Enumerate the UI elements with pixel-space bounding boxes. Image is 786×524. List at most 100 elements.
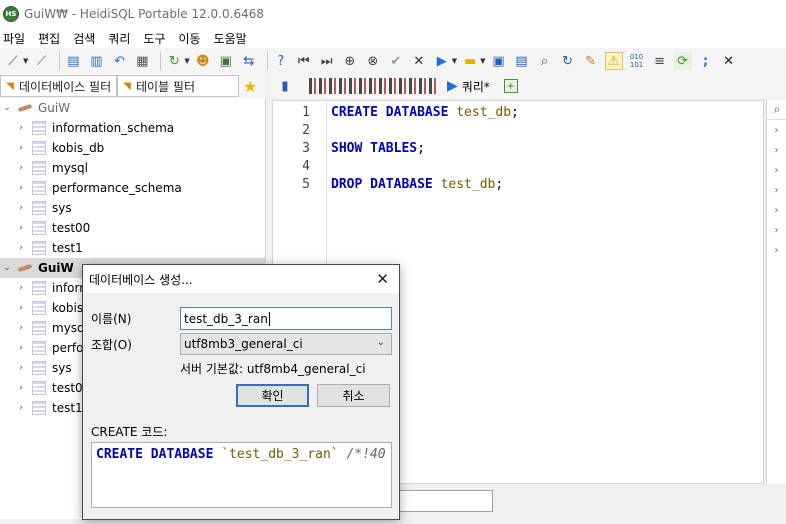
database-name-input[interactable]: test_db_3_ran — [180, 307, 392, 330]
warning-icon[interactable]: ⚠ — [604, 52, 623, 70]
cancel-button[interactable]: 취소 — [317, 384, 390, 407]
phone-icon: ▮ — [281, 78, 289, 94]
tab-obscured-host[interactable] — [309, 78, 439, 94]
copy-icon[interactable]: ▤ — [64, 52, 82, 70]
refresh-icon[interactable]: ↻ — [165, 52, 183, 70]
database-icon — [32, 321, 46, 335]
create-code-box[interactable]: CREATE DATABASE `test_db_3_ran` /*!40 — [91, 442, 392, 508]
tab-query-label: 쿼리* — [461, 79, 490, 94]
apply-icon[interactable]: ✔ — [387, 52, 405, 70]
chevron-right-icon[interactable]: › — [16, 383, 26, 393]
transfer-icon[interactable]: ⇆ — [240, 52, 258, 70]
create-code-line: CREATE DATABASE `test_db_3_ran` /*!40 — [96, 447, 386, 462]
table-filter-input[interactable]: ◥ 테이블 필터 — [117, 75, 239, 97]
dialog-title-bar: 데이터베이스 생성... ✕ — [83, 265, 399, 293]
binary-icon[interactable]: 010 101 — [628, 52, 646, 70]
menu-help[interactable]: 도움말 — [211, 30, 253, 47]
line-number: 2 — [302, 123, 310, 138]
db-name: performance_schema — [52, 181, 182, 195]
add-icon[interactable]: ⊕ — [341, 52, 359, 70]
ok-button[interactable]: 확인 — [236, 384, 309, 407]
tree-db-row[interactable]: › sys — [0, 198, 266, 218]
chevron-right-icon[interactable]: › — [16, 223, 26, 233]
chevron-down-icon[interactable]: ▼ — [480, 57, 485, 65]
tree-db-row[interactable]: › kobis_db — [0, 138, 266, 158]
chevron-down-icon[interactable]: ⌄ — [2, 263, 12, 273]
tree-session-guiw-1[interactable]: ⌄ GuiW — [0, 98, 266, 118]
tree-db-row[interactable]: › test00 — [0, 218, 266, 238]
menu-goto[interactable]: 이동 — [175, 30, 206, 47]
find-icon[interactable]: ⌕ — [536, 52, 554, 70]
open-icon[interactable]: ▬ — [461, 52, 479, 70]
tab-query[interactable]: ▶ 쿼리* — [447, 78, 490, 95]
app-logo-icon: HS — [3, 6, 19, 22]
menu-tools[interactable]: 도구 — [140, 30, 171, 47]
menu-query[interactable]: 쿼리 — [105, 30, 136, 47]
menu-search[interactable]: 검색 — [70, 30, 101, 47]
collation-select[interactable]: utf8mb3_general_ci ⌄ — [180, 333, 392, 355]
cancel-icon[interactable]: ✕ — [410, 52, 428, 70]
find-replace-icon[interactable]: ↻ — [559, 52, 577, 70]
last-icon[interactable]: ⏭ — [318, 52, 336, 70]
database-icon — [32, 141, 46, 155]
result-filter-input[interactable] — [398, 490, 493, 512]
disconnect-icon[interactable]: ⟋ — [32, 52, 50, 70]
close-icon[interactable]: ✕ — [376, 270, 389, 288]
new-query-tab-icon[interactable]: + — [503, 79, 518, 93]
tree-db-row[interactable]: › mysql — [0, 158, 266, 178]
chevron-right-icon[interactable]: › — [16, 363, 26, 373]
chevron-right-icon[interactable]: › — [16, 303, 26, 313]
chevron-right-icon[interactable]: › — [16, 343, 26, 353]
menu-file[interactable]: 파일 — [0, 30, 31, 47]
wrap-icon[interactable]: ≡ — [651, 52, 669, 70]
chevron-right-icon[interactable]: › — [767, 160, 786, 180]
database-icon — [32, 161, 46, 175]
separator-icon[interactable]: ; — [697, 52, 715, 70]
print-icon[interactable]: ▦ — [133, 52, 151, 70]
export-icon[interactable]: ▣ — [217, 52, 235, 70]
chevron-right-icon[interactable]: › — [16, 123, 26, 133]
toolbar-divider — [160, 52, 162, 70]
menu-edit[interactable]: 편집 — [35, 30, 66, 47]
paste-icon[interactable]: ▥ — [87, 52, 105, 70]
database-icon — [32, 281, 46, 295]
connect-icon[interactable]: ⟋ — [4, 52, 22, 70]
user-manager-icon[interactable]: ☻ — [194, 52, 212, 70]
chevron-right-icon[interactable]: › — [16, 163, 26, 173]
chevron-down-icon[interactable]: ▼ — [184, 57, 189, 65]
tree-db-row[interactable]: › test1 — [0, 238, 266, 258]
chevron-right-icon[interactable]: › — [16, 243, 26, 253]
format-icon[interactable]: ⟳ — [673, 52, 692, 70]
chevron-right-icon[interactable]: › — [767, 140, 786, 160]
chevron-right-icon[interactable]: › — [16, 323, 26, 333]
chevron-right-icon[interactable]: › — [767, 180, 786, 200]
first-icon[interactable]: ⏮ — [295, 52, 313, 70]
chevron-down-icon[interactable]: ⌄ — [2, 103, 12, 113]
chevron-right-icon[interactable]: › — [767, 120, 786, 140]
favorites-star-icon[interactable]: ★ — [243, 77, 257, 96]
chevron-right-icon[interactable]: › — [767, 220, 786, 240]
tree-db-row[interactable]: › information_schema — [0, 118, 266, 138]
save-icon[interactable]: ▣ — [490, 52, 508, 70]
clear-icon[interactable]: ✎ — [582, 52, 600, 70]
query-helpers-panel: ⌕ › › › › › › › — [766, 100, 786, 484]
chevron-right-icon[interactable]: › — [16, 203, 26, 213]
chevron-right-icon[interactable]: › — [16, 143, 26, 153]
database-filter-input[interactable]: ◥ 데이터베이스 필터 — [0, 75, 117, 97]
undo-icon[interactable]: ↶ — [110, 52, 128, 70]
run-icon[interactable]: ▶ — [433, 52, 451, 70]
database-icon — [32, 241, 46, 255]
chevron-right-icon[interactable]: › — [16, 403, 26, 413]
help-icon[interactable]: ? — [272, 52, 290, 70]
chevron-right-icon[interactable]: › — [16, 183, 26, 193]
close-icon[interactable]: ✕ — [720, 52, 738, 70]
save-as-icon[interactable]: ▤ — [513, 52, 531, 70]
chevron-down-icon[interactable]: ▼ — [452, 57, 457, 65]
chevron-right-icon[interactable]: › — [16, 283, 26, 293]
chevron-down-icon[interactable]: ▼ — [23, 57, 28, 65]
chevron-right-icon[interactable]: › — [767, 240, 786, 260]
tree-db-row[interactable]: › performance_schema — [0, 178, 266, 198]
search-icon[interactable]: ⌕ — [767, 100, 786, 120]
delete-icon[interactable]: ⊗ — [364, 52, 382, 70]
chevron-right-icon[interactable]: › — [767, 200, 786, 220]
